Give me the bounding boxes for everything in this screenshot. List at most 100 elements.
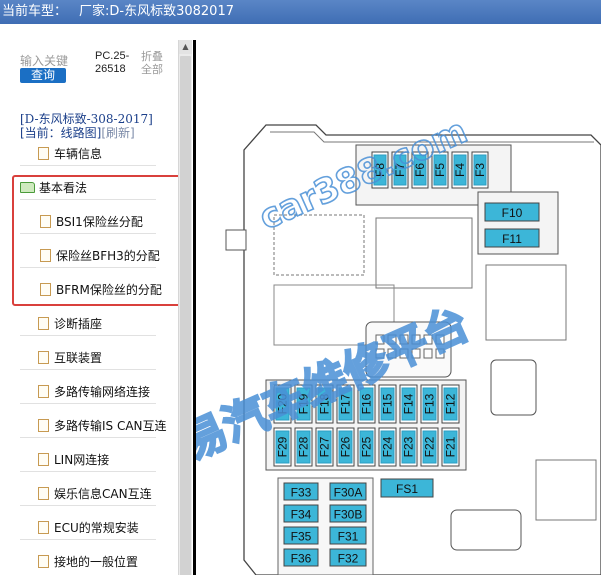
tree-item-label: 车辆信息	[54, 147, 103, 161]
fuse-label: F30B	[334, 508, 363, 522]
tree-item-label: 多路传输网络连接	[54, 385, 151, 399]
fuse-label: F21	[444, 436, 458, 457]
tree-item-bsi1-fuses[interactable]: BSI1保险丝分配	[40, 212, 178, 232]
fuse-label: F23	[402, 436, 416, 457]
tree-item-ground-locations[interactable]: 接地的一般位置	[38, 552, 178, 572]
tree-item-basic-views[interactable]: 基本看法	[20, 178, 160, 198]
scroll-up-arrow-icon[interactable]: ▲	[179, 40, 192, 54]
fuse-label: F14	[402, 393, 416, 414]
fuse-f14: F14	[399, 384, 418, 424]
tree-item-ecu-install[interactable]: ECU的常规安装	[38, 518, 178, 538]
document-icon	[38, 487, 49, 500]
document-icon	[38, 385, 49, 398]
tree-item-label: 接地的一般位置	[54, 555, 139, 569]
fuse-label: F25	[360, 436, 374, 457]
fuse-label: F10	[502, 206, 523, 220]
window-title: 当前车型：	[2, 4, 68, 19]
document-icon	[38, 419, 49, 432]
scroll-thumb[interactable]	[180, 56, 191, 575]
divider	[20, 199, 156, 200]
tree-item-label: LIN网连接	[54, 453, 110, 467]
fuse-label: F16	[360, 393, 374, 414]
fuse-f12: F12	[441, 384, 460, 424]
fuse-label: F29	[276, 436, 290, 457]
tree-item-is-can[interactable]: 多路传输IS CAN互连	[38, 416, 178, 436]
fuse-label: F15	[381, 393, 395, 414]
mounting-tab	[225, 229, 247, 251]
fuse-f25: F25	[357, 427, 376, 467]
fuse-f23: F23	[399, 427, 418, 467]
fuse-f35: F35	[283, 526, 319, 545]
fuse-f36: F36	[283, 548, 319, 567]
divider	[20, 165, 156, 166]
fuse-label: F12	[444, 393, 458, 414]
window-title-bar: 当前车型： 厂家:D-东风标致3082017	[0, 0, 601, 24]
fuse-fs1: FS1	[380, 478, 434, 498]
fuse-f30a: F30A	[329, 482, 367, 501]
divider	[20, 539, 156, 540]
tree-item-label: 保险丝BFH3的分配	[56, 249, 160, 263]
fuse-f31: F31	[329, 526, 367, 545]
tree-item-label: ECU的常规安装	[54, 521, 139, 535]
divider	[20, 471, 156, 472]
fuse-f24: F24	[378, 427, 397, 467]
fuse-f32: F32	[329, 548, 367, 567]
document-icon	[38, 317, 49, 330]
fuse-f33: F33	[283, 482, 319, 501]
fuse-label: F5	[433, 163, 447, 177]
view-status: [当前：线路图][刷新]	[20, 124, 135, 141]
divider	[20, 505, 156, 506]
fuse-f21: F21	[441, 427, 460, 467]
fuse-label: F24	[381, 436, 395, 457]
divider	[20, 233, 156, 234]
tree-item-interconnect[interactable]: 互联装置	[38, 348, 178, 368]
fuse-f30b: F30B	[329, 504, 367, 523]
tree-item-multiplex-network[interactable]: 多路传输网络连接	[38, 382, 178, 402]
tree-item-infotainment-can[interactable]: 娱乐信息CAN互连	[38, 484, 178, 504]
fuse-f28: F28	[294, 427, 313, 467]
fuse-f22: F22	[420, 427, 439, 467]
vehicle-maker: 厂家:D-东风标致3082017	[79, 4, 234, 19]
fuse-label: F28	[297, 436, 311, 457]
fuse-f10: F10	[484, 202, 540, 222]
fuse-label: FS1	[396, 482, 418, 496]
fuse-label: F31	[338, 530, 359, 544]
tree-item-label: 基本看法	[39, 181, 88, 195]
fuse-label: F30A	[334, 486, 363, 500]
tree-item-bfrm-fuses[interactable]: BFRM保险丝的分配	[40, 280, 178, 300]
fuse-row-2: F29 F28 F27 F26 F25 F24 F23 F22 F21	[273, 427, 460, 467]
fuse-f4: F4	[451, 151, 469, 189]
fuse-label: F36	[291, 552, 312, 566]
tree-item-lin-network[interactable]: LIN网连接	[38, 450, 178, 470]
fuse-label: F26	[339, 436, 353, 457]
fuse-f3: F3	[471, 151, 489, 189]
document-icon	[40, 283, 51, 296]
fuse-label: F34	[291, 508, 312, 522]
refresh-link[interactable]: [刷新]	[101, 126, 134, 140]
fuse-f15: F15	[378, 384, 397, 424]
document-icon	[38, 555, 49, 568]
search-button[interactable]: 查询	[20, 68, 66, 83]
fuse-f11: F11	[484, 228, 540, 248]
tree-item-bfh3-fuses[interactable]: 保险丝BFH3的分配	[40, 246, 178, 266]
tree-item-diagnostic-socket[interactable]: 诊断插座	[38, 314, 178, 334]
tree-item-label: 娱乐信息CAN互连	[54, 487, 152, 501]
collapse-all-button[interactable]: 折叠全部	[141, 50, 171, 76]
document-icon	[38, 521, 49, 534]
tree-item-label: BSI1保险丝分配	[56, 215, 143, 229]
tree-item-vehicle-info[interactable]: 车辆信息	[38, 144, 178, 164]
document-icon	[40, 215, 51, 228]
current-view-label: [当前：线路图]	[20, 126, 102, 140]
sidebar-scrollbar[interactable]: ▲	[178, 40, 192, 575]
fuse-label: F13	[423, 393, 437, 414]
tree-item-label: 诊断插座	[54, 317, 103, 331]
fuse-label: F3	[473, 163, 487, 177]
fuse-f26: F26	[336, 427, 355, 467]
document-icon	[38, 147, 49, 160]
fs-fuse-group: FS1	[380, 478, 434, 498]
document-code: PC.25-26518	[95, 50, 130, 75]
fuse-label: F4	[453, 163, 467, 177]
tree-item-label: 互联装置	[54, 351, 103, 365]
tree-item-label: 多路传输IS CAN互连	[54, 419, 167, 433]
fuse-label: F22	[423, 436, 437, 457]
